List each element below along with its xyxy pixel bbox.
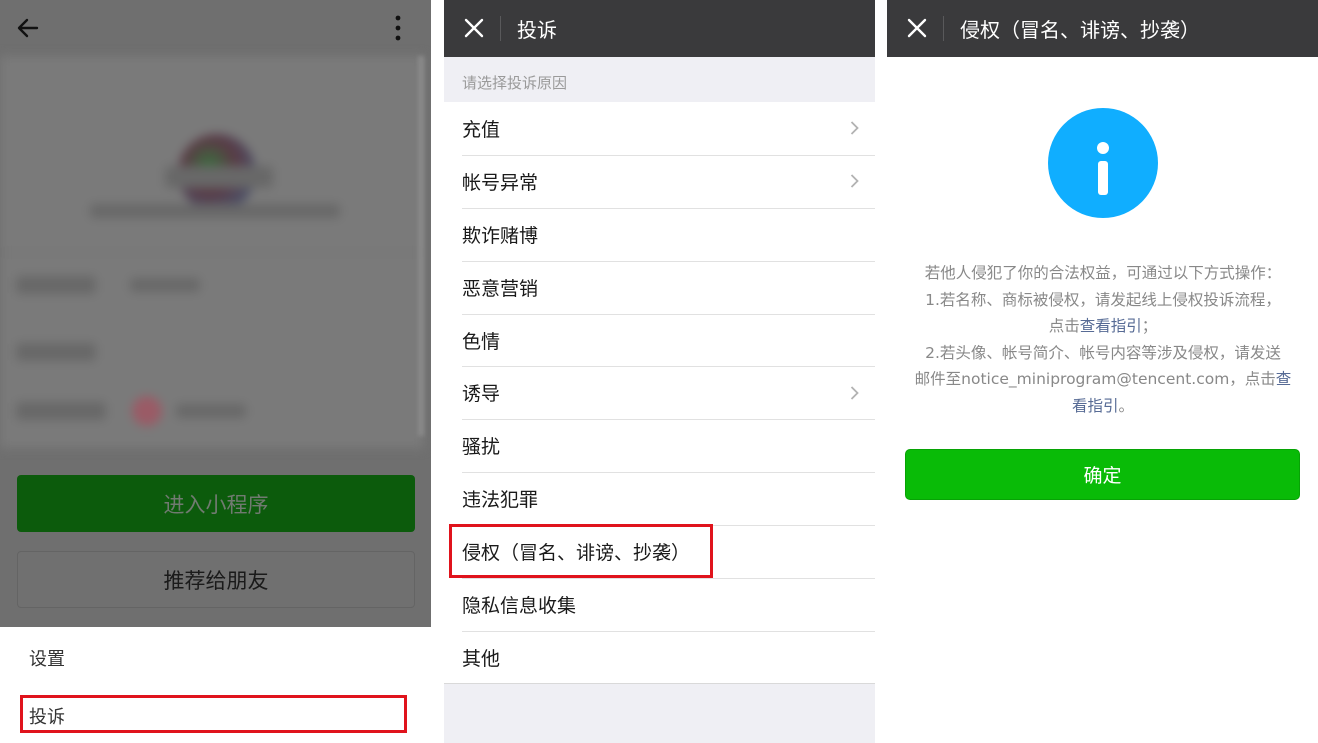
blurred-value [130,278,200,292]
section-label: 请选择投诉原因 [462,74,568,92]
back-arrow-icon[interactable] [10,10,46,46]
view-guide-link[interactable]: 看指引 [1072,397,1119,415]
text: 点击 [1048,317,1080,335]
reason-item-infringement[interactable]: 侵权（冒名、诽谤、抄袭） [444,525,875,578]
recommend-to-friend-button[interactable]: 推荐给朋友 [17,551,415,608]
blurred-label [16,276,96,294]
reason-item-illegal-crime[interactable]: 违法犯罪 [444,472,875,525]
reason-item-other[interactable]: 其他 [444,630,875,684]
instructions-line: 点击查看指引； [907,313,1299,340]
chevron-right-icon [850,121,859,136]
reason-label: 色情 [462,330,501,353]
reason-label: 欺诈赌博 [462,224,539,247]
reason-label: 诱导 [462,383,501,406]
reason-list: 充值 帐号异常 欺诈赌博 恶意营销 色情 诱导 骚扰 违法犯罪 侵权（冒名、诽谤… [444,102,875,684]
close-icon[interactable] [458,12,490,44]
reason-label: 隐私信息收集 [462,594,577,617]
blurred-label [16,343,96,361]
reason-label: 违法犯罪 [462,489,539,512]
reason-item-harassment[interactable]: 骚扰 [444,419,875,472]
action-sheet: 设置 投诉 [0,627,431,743]
blurred-value [176,404,246,418]
info-icon [1048,108,1158,218]
page-title: 侵权（冒名、诽谤、抄袭） [960,18,1200,42]
text: 邮件至notice_miniprogram@tencent.com，点击 [914,370,1276,388]
reason-label: 恶意营销 [462,277,539,300]
reason-label: 充值 [462,118,501,141]
text: 。 [1118,396,1135,415]
reason-label: 其他 [462,647,501,670]
reason-item-malicious-marketing[interactable]: 恶意营销 [444,260,875,314]
complaint-menu-item[interactable]: 投诉 [0,689,431,743]
instructions-line: 2.若头像、帐号简介、帐号内容等涉及侵权，请发送 [925,343,1281,362]
chevron-right-icon [850,385,859,400]
reason-item-inducement[interactable]: 诱导 [444,366,875,419]
blurred-profile-content [0,56,424,448]
blurred-name [165,166,273,188]
page-title: 投诉 [517,18,557,42]
navbar: 侵权（冒名、诽谤、抄袭） [887,0,1318,57]
instructions-line: 邮件至notice_miniprogram@tencent.com，点击查 [907,366,1299,393]
instructions-line: 1.若名称、商标被侵权，请发起线上侵权投诉流程， [925,290,1281,309]
more-vertical-icon[interactable] [380,10,416,46]
blurred-label [16,402,106,420]
chevron-right-icon [850,174,859,189]
infringement-info-panel: 侵权（冒名、诽谤、抄袭） 若他人侵犯了你的合法权益，可通过以下方式操作： 1.若… [887,0,1318,743]
instructions-line: 若他人侵犯了你的合法权益，可通过以下方式操作： [924,264,1282,282]
reason-item-fraud-gambling[interactable]: 欺诈赌博 [444,207,875,261]
blurred-description [90,204,340,218]
scrollbar [418,56,424,436]
enter-mini-program-button[interactable]: 进入小程序 [17,475,415,532]
divider [500,16,501,41]
reason-label: 帐号异常 [462,171,539,194]
close-icon[interactable] [901,12,933,44]
divider [0,252,424,253]
reason-label: 侵权（冒名、诽谤、抄袭） [462,542,691,565]
mini-program-profile-panel: 进入小程序 推荐给朋友 设置 投诉 [0,0,431,743]
view-guide-link[interactable]: 查 [1276,370,1292,388]
text: ； [1141,317,1158,335]
reason-item-pornography[interactable]: 色情 [444,313,875,367]
confirm-button[interactable]: 确定 [905,449,1300,500]
complaint-reasons-panel: 投诉 请选择投诉原因 充值 帐号异常 欺诈赌博 恶意营销 色情 诱导 骚扰 违法… [444,0,875,743]
settings-menu-item[interactable]: 设置 [0,631,431,685]
instructions-text: 若他人侵犯了你的合法权益，可通过以下方式操作： 1.若名称、商标被侵权，请发起线… [907,260,1299,419]
blurred-icon [132,396,162,426]
divider [943,16,944,41]
view-guide-link[interactable]: 查看指引 [1080,317,1142,335]
instructions-line: 看指引。 [907,393,1299,420]
reason-item-recharge[interactable]: 充值 [444,102,875,155]
reason-item-account-abnormal[interactable]: 帐号异常 [444,154,875,208]
reason-item-privacy-collection[interactable]: 隐私信息收集 [444,578,875,631]
reason-label: 骚扰 [462,436,501,459]
navbar: 投诉 [444,0,875,57]
top-bar [0,0,431,56]
